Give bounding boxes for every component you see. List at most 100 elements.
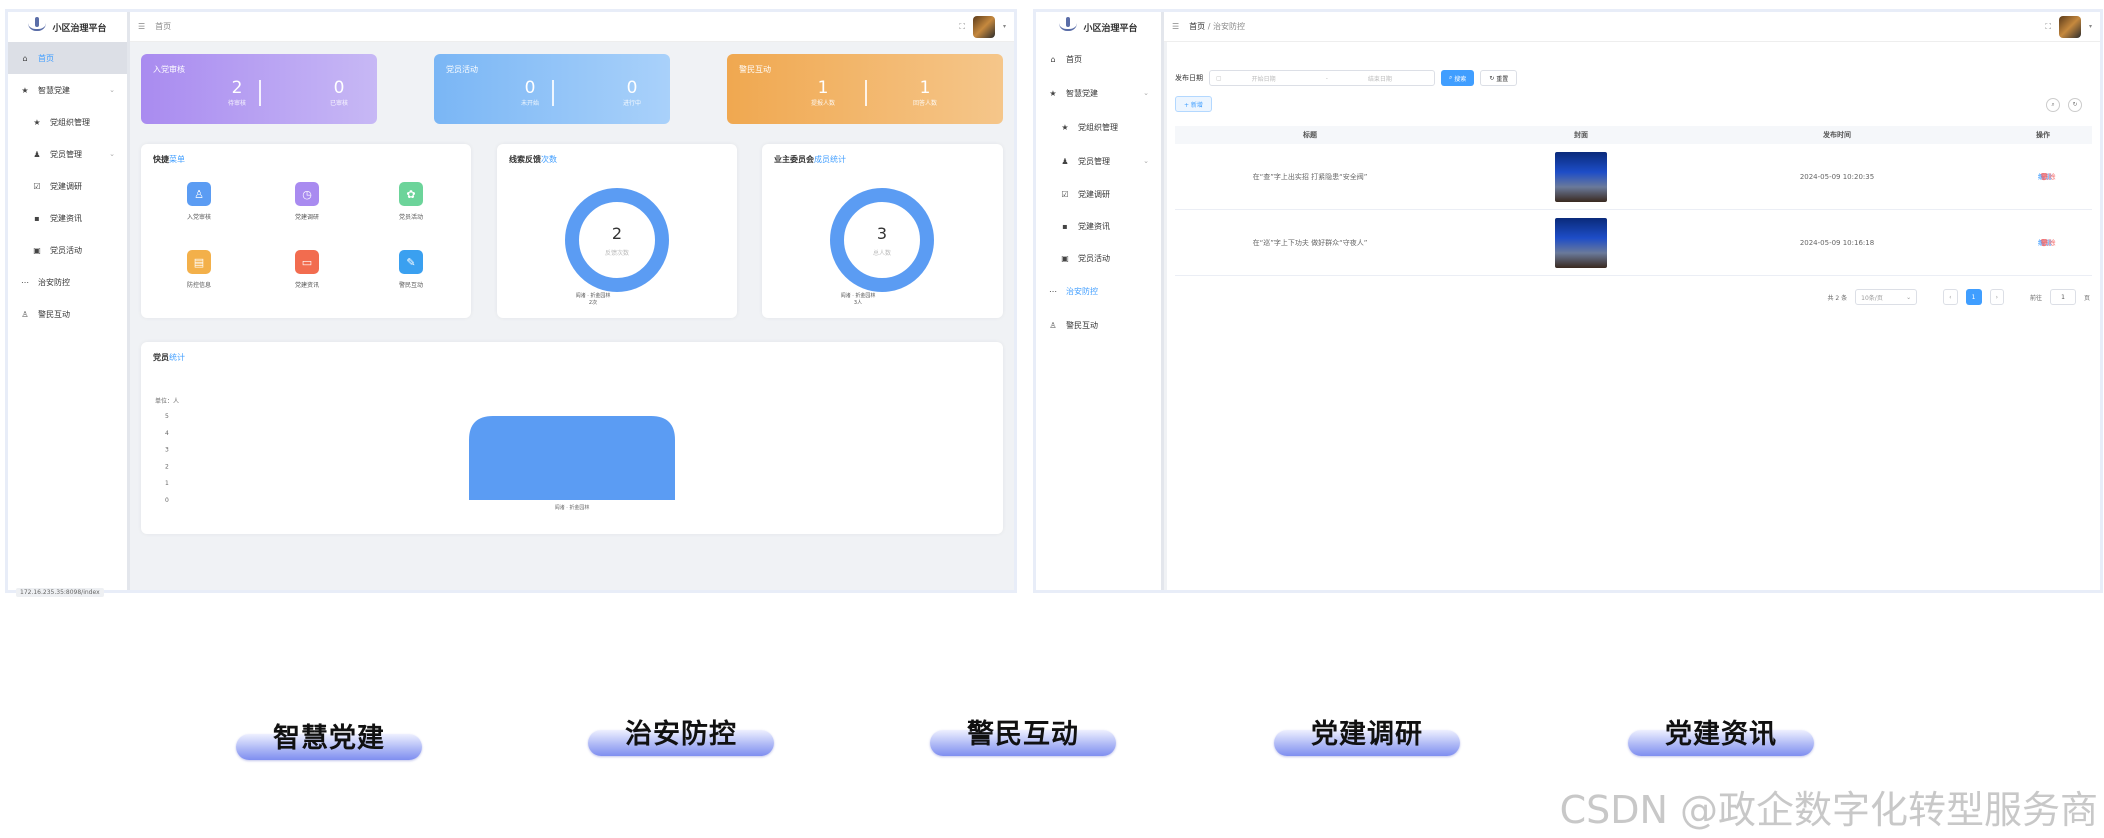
y-tick-label: 1: [165, 480, 169, 487]
divider: [552, 80, 554, 106]
quick-item-join[interactable]: ♙ 入党审核: [169, 182, 229, 221]
top-bar: ☰ 首页 ⛶ ▾: [130, 12, 1014, 42]
chevron-down-icon[interactable]: ▾: [2089, 23, 2092, 30]
delete-button[interactable]: 🗑 删除: [2040, 239, 2056, 247]
page-unit: 页: [2083, 294, 2090, 302]
chevron-down-icon: ⌄: [1143, 89, 1149, 97]
person-icon: ♙: [21, 309, 29, 319]
home-icon: ⌂: [22, 53, 28, 63]
menu-toggle-icon[interactable]: ☰: [138, 22, 145, 31]
sidebar-item-members[interactable]: ♟ 党员管理 ⌄: [1036, 144, 1161, 178]
avatar[interactable]: [972, 15, 995, 38]
home-icon: ⌂: [1050, 54, 1056, 64]
quick-item-police[interactable]: ✎ 警民互动: [381, 250, 441, 289]
fullscreen-icon[interactable]: ⛶: [2045, 22, 2051, 32]
feature-label: 警民互动: [967, 719, 1079, 750]
search-toggle-icon[interactable]: ⌕: [2046, 98, 2060, 112]
line-icon: ⋯: [1049, 286, 1057, 296]
goto-input[interactable]: 1: [2049, 289, 2076, 305]
donut-value: 3: [876, 224, 888, 243]
sidebar-item-label: 智慧党建: [38, 85, 70, 95]
star-icon: ★: [21, 85, 29, 95]
sidebar-item-police[interactable]: ♙ 警民互动: [1036, 308, 1161, 342]
sidebar-item-label: 党建资讯: [50, 213, 82, 223]
search-button[interactable]: ⌕ 搜索: [1441, 70, 1475, 86]
table-row: 在“巡”字上下功夫 做好群众“守夜人” 2024-05-09 10:16:18 …: [1175, 210, 2092, 276]
quick-item-survey[interactable]: ◷ 党建调研: [277, 182, 337, 221]
chevron-down-icon: ⌄: [1906, 293, 1912, 301]
sidebar-item-party-org[interactable]: ★ 党组织管理: [8, 106, 127, 138]
stat-title: 党员活动: [446, 65, 478, 74]
sidebar-item-label: 首页: [38, 53, 54, 63]
star-icon: ★: [1049, 88, 1057, 98]
breadcrumb: 首页 / 治安防控: [1189, 22, 1245, 31]
sidebar-item-activity[interactable]: ▣ 党员活动: [8, 234, 127, 266]
sidebar-item-home[interactable]: ⌂ 首页: [1036, 42, 1161, 76]
sidebar-item-security[interactable]: ⋯ 治安防控: [8, 266, 127, 298]
app-logo: 小区治理平台: [1036, 12, 1161, 42]
sidebar-item-label: 党组织管理: [50, 117, 90, 127]
refresh-icon[interactable]: ↻: [2068, 98, 2082, 112]
sidebar-item-home[interactable]: ⌂ 首页: [8, 42, 127, 74]
sidebar-item-police[interactable]: ♙ 警民互动: [8, 298, 127, 330]
sidebar-item-members[interactable]: ♟ 党员管理 ⌄: [8, 138, 127, 170]
date-label: 发布日期: [1175, 74, 1203, 82]
sidebar-item-activity[interactable]: ▣ 党员活动: [1036, 242, 1161, 274]
avatar[interactable]: [2058, 15, 2081, 38]
column-header: 操作: [2036, 131, 2050, 139]
stat-card-join[interactable]: 入党审核 2 待审核 0 已审核: [141, 54, 377, 124]
donut-value: 2: [611, 224, 623, 243]
next-page-button[interactable]: ›: [1989, 289, 2004, 305]
pagination: 共 2 条 10条/页 ⌄ ‹ 1 › 前往 1 页: [1828, 289, 2090, 305]
donut-label: 总人数: [872, 250, 891, 257]
quick-item-news[interactable]: ▭ 党建资讯: [277, 250, 337, 289]
sidebar-item-news[interactable]: ▪ 党建资讯: [1036, 210, 1161, 242]
fullscreen-icon[interactable]: ⛶: [959, 22, 965, 32]
sidebar-item-label: 党建资讯: [1078, 221, 1110, 231]
feature-label: 治安防控: [625, 719, 737, 750]
sidebar-item-survey[interactable]: ☑ 党建调研: [8, 170, 127, 202]
y-tick-label: 2: [165, 463, 169, 470]
page-1-button[interactable]: 1: [1965, 289, 1982, 305]
party-stats-card: 党员统计 单位：人 0 1 2 3 4 5 阎渚 · 折金园林: [141, 342, 1003, 534]
chevron-down-icon[interactable]: ▾: [1003, 23, 1006, 30]
sidebar-item-smart-party[interactable]: ★ 智慧党建 ⌄: [1036, 76, 1161, 110]
star-icon: ★: [1061, 122, 1069, 132]
donut-label: 反馈次数: [604, 250, 629, 257]
breadcrumb[interactable]: 首页: [155, 21, 171, 32]
breadcrumb-home[interactable]: 首页: [1189, 22, 1205, 31]
sidebar-item-label: 智慧党建: [1066, 88, 1098, 98]
sidebar-item-smart-party[interactable]: ★ 智慧党建 ⌄: [8, 74, 127, 106]
card-icon: ▭: [295, 250, 319, 274]
sidebar-item-news[interactable]: ▪ 党建资讯: [8, 202, 127, 234]
users-icon: ♟: [33, 149, 41, 159]
sidebar-item-security[interactable]: ⋯ 治安防控: [1036, 274, 1161, 308]
quick-item-activity[interactable]: ✿ 党员活动: [381, 182, 441, 221]
stat-value: 1: [817, 78, 829, 98]
stat-card-police[interactable]: 警民互动 1 提报人数 1 回答人数: [727, 54, 1003, 124]
chat-icon: ▪: [1062, 221, 1068, 231]
app-logo: 小区治理平台: [8, 12, 127, 42]
prev-page-button[interactable]: ‹: [1943, 289, 1958, 305]
sidebar-item-label: 警民互动: [1066, 320, 1098, 330]
sidebar-item-label: 党员活动: [1078, 253, 1110, 263]
sidebar: 小区治理平台 ⌂ 首页 ★ 智慧党建 ⌄ ★ 党组织管理 ♟ 党员管理 ⌄ ☑ 党建调研 ▪ 党…: [8, 12, 130, 590]
sidebar-item-label: 治安防控: [1066, 286, 1098, 296]
watermark: CSDN @政企数字化转型服务商: [1559, 788, 2098, 832]
menu-toggle-icon[interactable]: ☰: [1172, 22, 1179, 31]
sidebar-item-party-org[interactable]: ★ 党组织管理: [1036, 110, 1161, 144]
delete-button[interactable]: 🗑 删除: [2040, 173, 2056, 181]
date-range-input[interactable]: ▢ 开始日期 - 结束日期: [1209, 70, 1435, 86]
divider: [259, 80, 261, 106]
feature-label: 党建调研: [1311, 719, 1423, 750]
stat-card-activity[interactable]: 党员活动 0 未开始 0 进行中: [434, 54, 670, 124]
sidebar-item-survey[interactable]: ☑ 党建调研: [1036, 178, 1161, 210]
page-size-select[interactable]: 10条/页 ⌄: [1855, 289, 1918, 305]
reset-button[interactable]: ↻ 重置: [1480, 70, 1518, 86]
stat-value: 0: [333, 78, 345, 98]
sidebar-item-label: 党建调研: [50, 181, 82, 191]
sidebar-item-label: 党员管理: [50, 149, 82, 159]
check-icon: ☑: [33, 181, 41, 191]
quick-item-prevention[interactable]: ▤ 防控信息: [169, 250, 229, 289]
add-button[interactable]: + 新增: [1175, 96, 1212, 112]
